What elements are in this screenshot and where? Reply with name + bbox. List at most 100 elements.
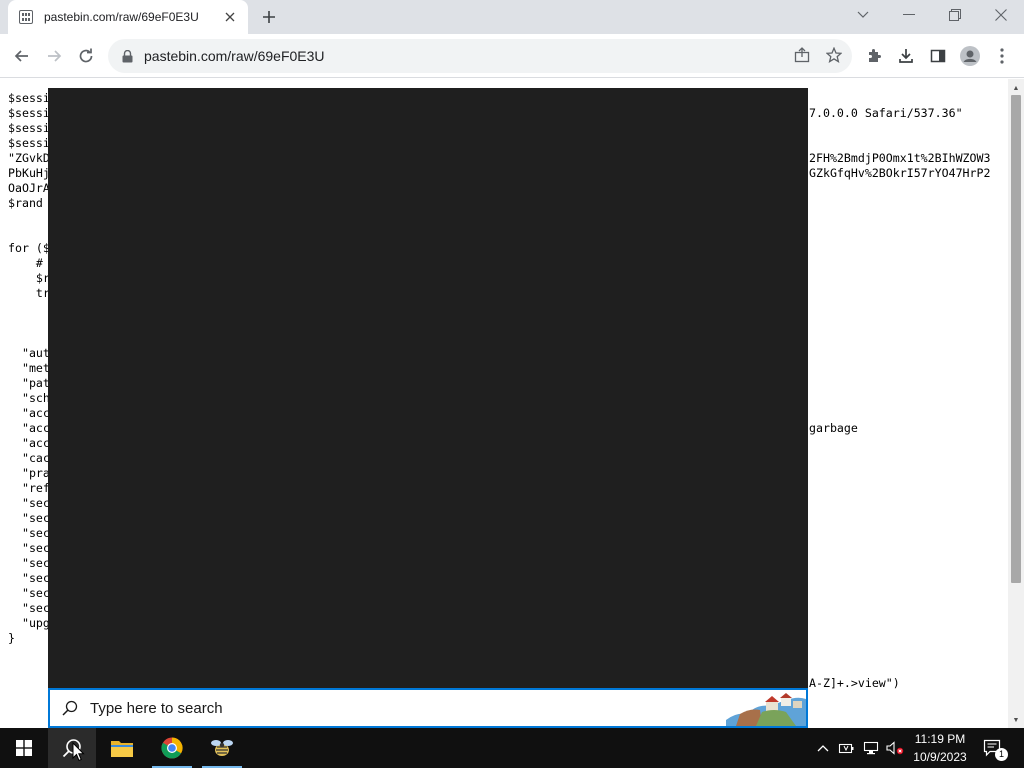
desktop: pastebin.com/raw/69eF0E3U pastebin.com/r… — [0, 0, 1024, 768]
tab-title: pastebin.com/raw/69eF0E3U — [44, 10, 199, 24]
code-line: $sessi — [8, 136, 50, 150]
network-icon[interactable] — [860, 728, 882, 768]
start-button[interactable] — [0, 728, 48, 768]
pastebin-favicon-icon — [18, 9, 34, 25]
back-button[interactable] — [8, 42, 36, 70]
clock-date: 10/9/2023 — [913, 750, 967, 764]
code-line: 7.0.0.0 Safari/537.36" — [809, 106, 963, 120]
code-line: $r — [8, 271, 50, 285]
battery-warning-icon[interactable] — [836, 728, 856, 768]
code-line: } — [8, 631, 15, 645]
code-line: GZkGfqHv%2BOkrI57rYO47HrP2 — [809, 166, 991, 180]
extensions-icon[interactable] — [862, 44, 886, 68]
bookmark-star-icon[interactable] — [824, 45, 844, 65]
code-line: "ZGvkD — [8, 151, 50, 165]
code-line: garbage — [809, 421, 858, 435]
windows-logo-icon — [16, 740, 32, 756]
code-line: "sch — [8, 391, 50, 405]
code-text-right: 7.0.0.0 Safari/537.36" 2FH%2BmdjP0Omx1t%… — [809, 91, 990, 691]
scroll-thumb[interactable] — [1011, 95, 1021, 583]
forward-button[interactable] — [40, 42, 68, 70]
code-line: "met — [8, 361, 50, 375]
download-icon[interactable] — [894, 44, 918, 68]
reload-button[interactable] — [72, 42, 100, 70]
code-line: "ref — [8, 481, 50, 495]
action-center-button[interactable]: 1 — [978, 728, 1008, 768]
browser-toolbar: pastebin.com/raw/69eF0E3U — [0, 34, 1024, 78]
share-icon[interactable] — [792, 45, 812, 65]
close-window-button[interactable] — [978, 0, 1024, 30]
code-line: "sec — [8, 511, 50, 525]
scroll-up-arrow-icon[interactable]: ▲ — [1008, 81, 1024, 95]
volume-muted-icon[interactable] — [884, 728, 906, 768]
restore-button[interactable] — [932, 0, 978, 30]
address-bar[interactable]: pastebin.com/raw/69eF0E3U — [108, 39, 852, 73]
code-line: for ($ — [8, 241, 50, 255]
code-line: A-Z]+.>view") — [809, 676, 900, 690]
notification-count-badge: 1 — [995, 748, 1008, 761]
system-clock[interactable]: 11:19 PM 10/9/2023 — [908, 730, 972, 766]
code-line: OaOJrA — [8, 181, 50, 195]
code-line: $sessi — [8, 91, 50, 105]
tab-strip: pastebin.com/raw/69eF0E3U — [0, 0, 1024, 34]
page-scrollbar[interactable]: ▲ ▼ — [1008, 79, 1024, 729]
code-line: "sec — [8, 586, 50, 600]
code-line: "sec — [8, 496, 50, 510]
profile-avatar-icon[interactable] — [958, 44, 982, 68]
code-line: tr — [8, 286, 50, 300]
tab-search-chevron-icon[interactable] — [840, 0, 886, 30]
app-icon[interactable] — [198, 728, 246, 768]
lock-icon[interactable] — [122, 49, 134, 63]
code-text-left: $sessi $sessi $sessi $sessi "ZGvkD PbKuHj OaOJ… — [8, 91, 50, 646]
search-placeholder: Type here to search — [90, 699, 223, 717]
search-flyout-panel — [48, 88, 808, 688]
code-line: "acc — [8, 436, 50, 450]
chrome-icon[interactable] — [148, 728, 196, 768]
code-line: "sec — [8, 556, 50, 570]
minimize-button[interactable] — [886, 0, 932, 30]
tab-close-icon[interactable] — [222, 9, 238, 25]
code-line: "sec — [8, 601, 50, 615]
taskbar-search-box[interactable]: Type here to search — [48, 688, 808, 728]
scroll-down-arrow-icon[interactable]: ▼ — [1008, 713, 1024, 727]
new-tab-button[interactable] — [258, 6, 280, 28]
code-line: "pat — [8, 376, 50, 390]
code-line: "sec — [8, 541, 50, 555]
browser-tab[interactable]: pastebin.com/raw/69eF0E3U — [8, 0, 248, 34]
search-highlight-image — [726, 690, 806, 726]
code-line: "acc — [8, 406, 50, 420]
tray-overflow-chevron-icon[interactable] — [814, 728, 832, 768]
code-line: PbKuHj — [8, 166, 50, 180]
side-panel-icon[interactable] — [926, 44, 950, 68]
code-line: $sessi — [8, 106, 50, 120]
code-line: $sessi — [8, 121, 50, 135]
code-line: "acc — [8, 421, 50, 435]
menu-kebab-icon[interactable] — [990, 44, 1014, 68]
file-explorer-icon[interactable] — [98, 728, 146, 768]
code-line: $rand — [8, 196, 43, 210]
